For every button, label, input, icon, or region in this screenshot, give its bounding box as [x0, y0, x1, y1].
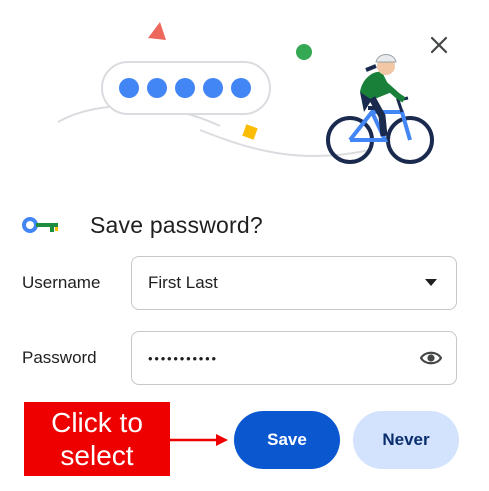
password-label: Password [22, 348, 97, 367]
triangle-shape [148, 22, 166, 40]
password-dot [147, 78, 167, 98]
callout-arrow-icon [170, 434, 228, 446]
username-label: Username [22, 273, 101, 292]
close-icon [430, 36, 448, 54]
callout-line-2: select [60, 440, 134, 471]
illustration [57, 22, 434, 164]
username-dropdown-button[interactable] [406, 257, 456, 309]
green-dot [296, 44, 312, 60]
password-value: ••••••••••• [148, 350, 218, 366]
swoosh-line [199, 129, 371, 158]
yellow-diamond [242, 124, 258, 140]
dialog-title: Save password? [90, 211, 263, 238]
eye-icon [420, 351, 442, 365]
never-button[interactable]: Never [353, 411, 459, 469]
show-password-button[interactable] [406, 332, 456, 384]
password-field[interactable]: ••••••••••• [131, 331, 457, 385]
username-field[interactable]: First Last [131, 256, 457, 310]
password-dot [203, 78, 223, 98]
key-icon [22, 217, 58, 233]
password-dot [119, 78, 139, 98]
dropdown-arrow-icon [425, 279, 437, 286]
password-dot [175, 78, 195, 98]
username-value: First Last [148, 273, 218, 292]
dialog-header: Save password? [22, 208, 263, 242]
password-dot [231, 78, 251, 98]
callout-line-1: Click to [51, 407, 143, 438]
click-to-select-callout: Click to select [24, 402, 170, 476]
close-button[interactable] [424, 30, 454, 60]
save-button[interactable]: Save [234, 411, 340, 469]
save-password-dialog: Save password? Username First Last Passw… [0, 0, 489, 491]
